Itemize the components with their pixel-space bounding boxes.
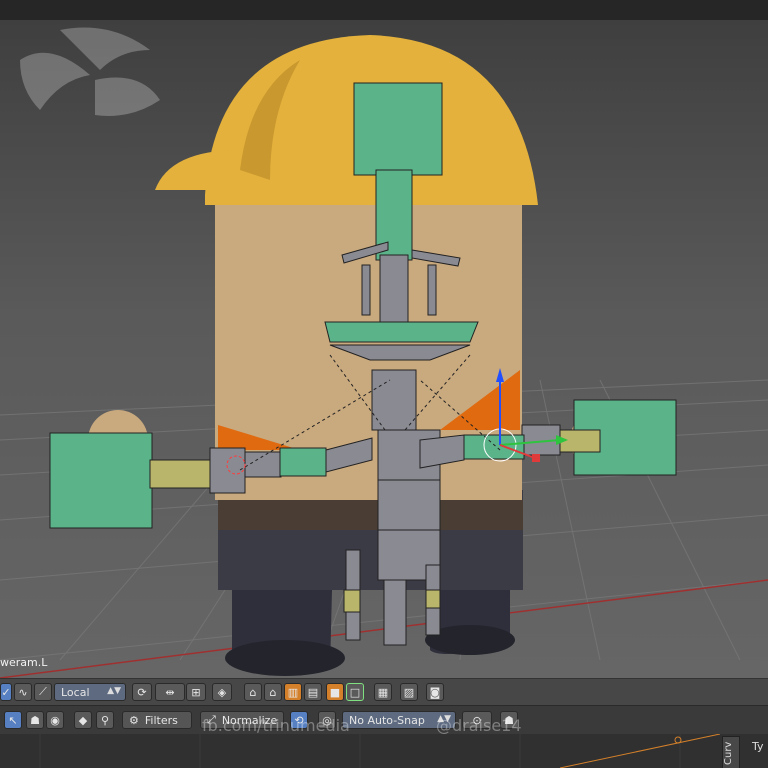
layer-icon[interactable]: ◈ — [212, 683, 232, 701]
home-alt-icon[interactable]: ⌂ — [264, 683, 282, 701]
leg-bone-mid — [383, 579, 407, 646]
viewport-header: ✓ ∿ ⟋ Local ▲▼ ⟳ ⇹ ⊞ ◈ ⌂ ⌂ ▥ ▤ ■ □ ▦ ▨ ◙ — [0, 678, 768, 705]
search-icon[interactable]: ⚲ — [96, 711, 114, 729]
graph-curves — [39, 734, 721, 768]
active-object-label: weram.L — [0, 656, 48, 669]
manipulator-icon[interactable]: ⟳ — [132, 683, 152, 701]
pivot-label: Local — [61, 685, 90, 699]
orientation-icon[interactable]: ⊞ — [186, 683, 206, 701]
watermark-logo-icon — [20, 27, 160, 116]
record-icon[interactable]: ◉ — [46, 711, 64, 729]
left-forearm — [149, 459, 213, 489]
camera-icon[interactable]: ◙ — [426, 683, 444, 701]
ik-left — [343, 589, 361, 613]
left-elbow-bone — [209, 447, 246, 494]
keyframe-icon[interactable]: ◆ — [74, 711, 92, 729]
right-forearm — [559, 429, 601, 453]
graph-editor[interactable]: Curv Ty — [0, 734, 768, 768]
belt — [218, 500, 523, 530]
corner-label: Ty — [752, 740, 764, 753]
left-upperarm — [244, 451, 282, 478]
3d-viewport[interactable]: weram.L — [0, 20, 768, 678]
twitter-watermark: @draise14 — [436, 716, 522, 735]
helmet-brim — [155, 150, 240, 190]
select-box-icon[interactable]: □ — [346, 683, 364, 701]
filters-label: Filters — [144, 713, 178, 727]
curve-icon[interactable]: ∿ — [14, 683, 32, 701]
auto-snap-label: No Auto-Snap — [349, 713, 425, 727]
filters-icon: ⚙ — [129, 713, 139, 727]
bone-group-icon[interactable]: ▥ — [284, 683, 302, 701]
top-bar — [0, 0, 768, 21]
timeline-header: ↖ ☗ ◉ ◆ ⚲ ⚙ Filters ⤢ Normalize ⟲ ◎ No A… — [0, 705, 768, 734]
render-icon[interactable]: ▨ — [400, 683, 418, 701]
chest-bone — [324, 321, 479, 343]
chevron-updown-icon: ▲▼ — [107, 686, 121, 696]
lower-hip-bone — [377, 479, 441, 531]
eye-bone-left — [361, 264, 371, 316]
pose-icon[interactable]: ⟋ — [34, 683, 52, 701]
cursor-icon[interactable]: ↖ — [4, 711, 22, 729]
color-icon[interactable]: ■ — [326, 683, 344, 701]
pivot-select[interactable]: Local ▲▼ — [54, 683, 126, 701]
ik-right — [425, 589, 441, 609]
filters-button[interactable]: ⚙ Filters — [122, 711, 192, 729]
curve-side-tab[interactable]: Curv — [722, 736, 740, 768]
left-hand-ctrl — [49, 432, 153, 529]
bone-select-icon[interactable]: ▤ — [304, 683, 322, 701]
mode-select-icon[interactable]: ✓ — [0, 683, 12, 701]
facebook-watermark: fb.com/trinumedia — [202, 716, 350, 735]
mid-spine-bone — [371, 369, 417, 431]
left-shoulder — [279, 447, 327, 477]
proportional-icon[interactable]: ⇹ — [155, 683, 185, 701]
playback-icon[interactable]: ▦ — [374, 683, 392, 701]
eye-bone-right — [427, 264, 437, 316]
ghost-icon[interactable]: ☗ — [26, 711, 44, 729]
left-shoe — [225, 640, 345, 676]
home-icon[interactable]: ⌂ — [244, 683, 262, 701]
head-bone — [353, 82, 443, 176]
